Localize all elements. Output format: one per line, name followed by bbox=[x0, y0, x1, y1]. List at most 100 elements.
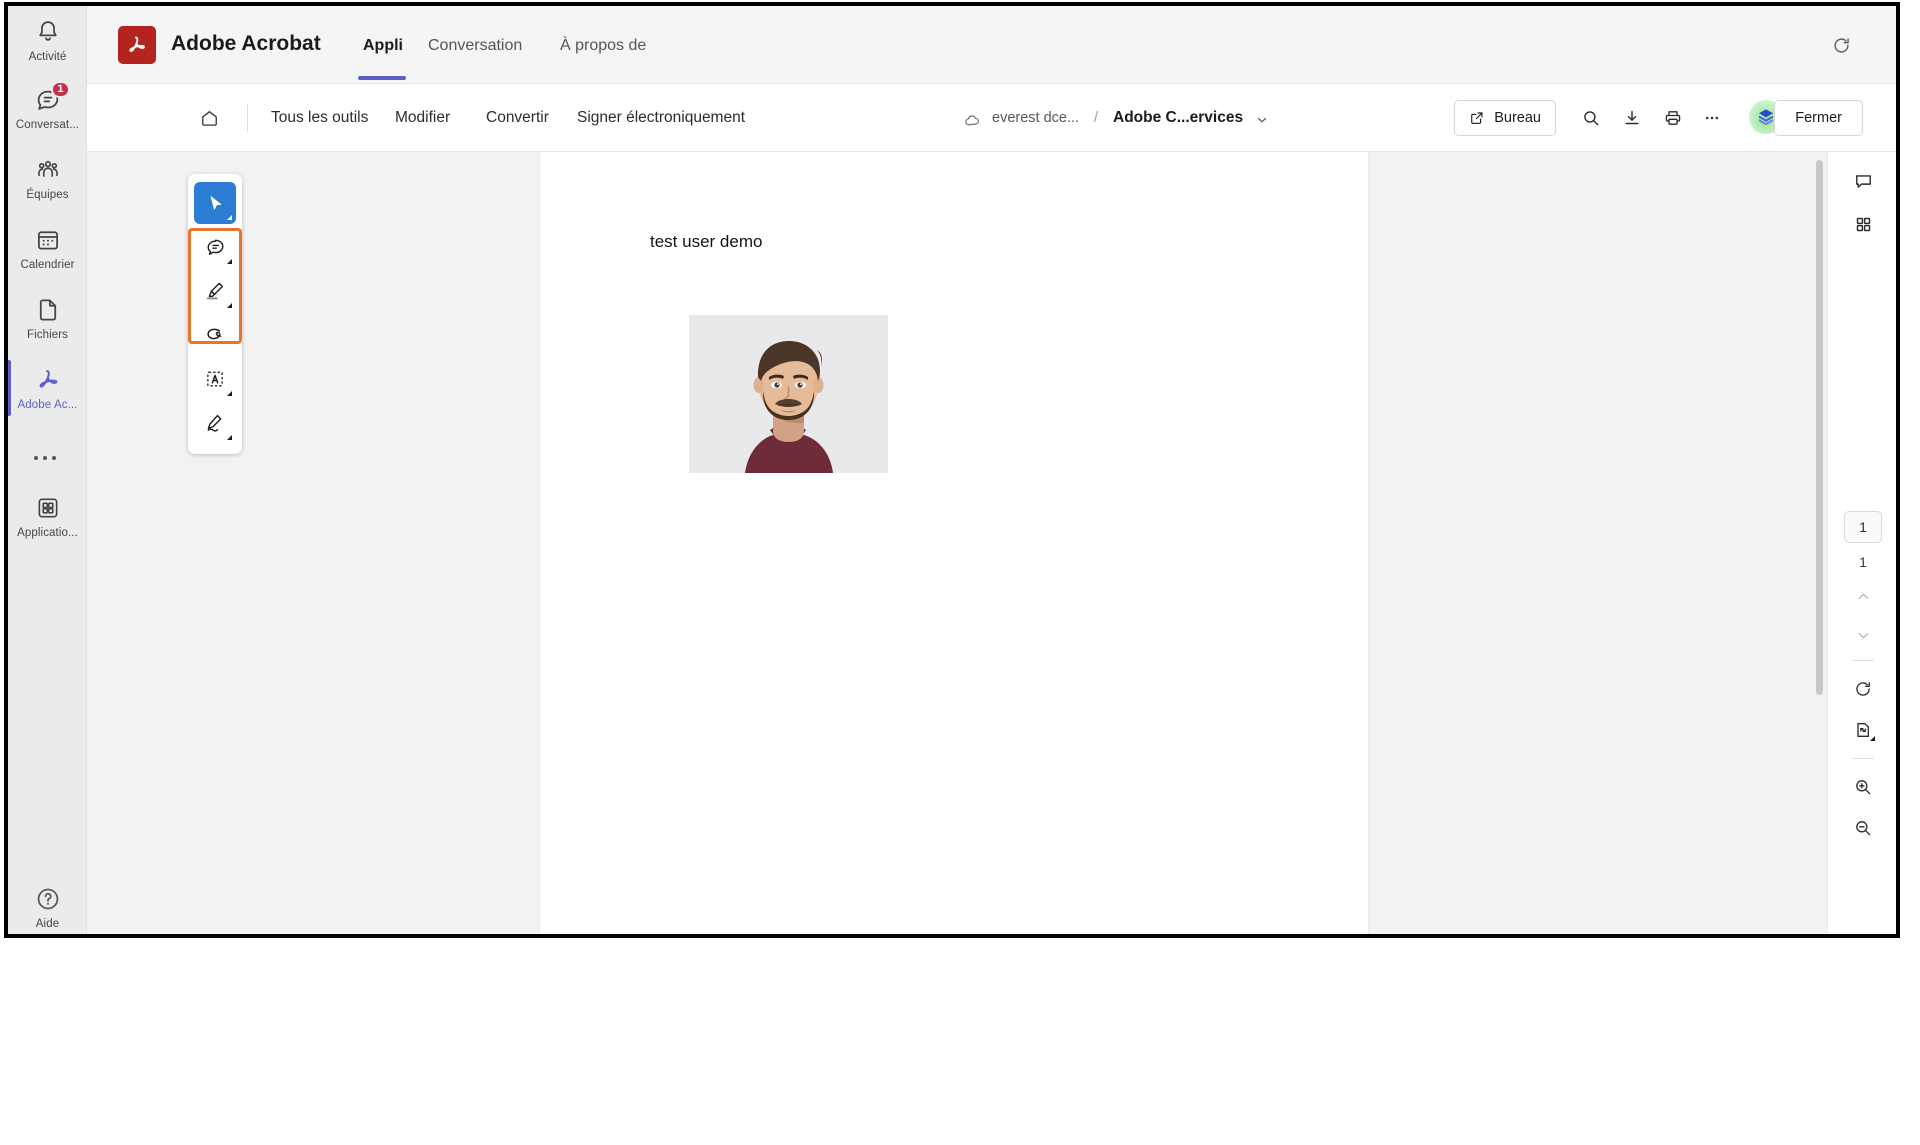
portrait-photo-graphic bbox=[689, 315, 888, 473]
tool-expand-corner bbox=[227, 215, 232, 220]
annotation-tool-palette bbox=[188, 174, 242, 454]
previous-page-button[interactable] bbox=[1845, 578, 1881, 614]
add-text-box-icon bbox=[204, 368, 226, 390]
strip-divider-2 bbox=[1852, 758, 1874, 759]
calendar-icon bbox=[34, 226, 62, 254]
portrait-photo bbox=[689, 315, 888, 473]
desktop-button-label: Bureau bbox=[1494, 110, 1541, 126]
menu-signer-electroniquement[interactable]: Signer électroniquement bbox=[577, 109, 745, 127]
comment-bubble-icon bbox=[205, 237, 226, 258]
breadcrumb-separator: / bbox=[1094, 110, 1099, 126]
file-icon bbox=[34, 296, 62, 324]
screenshot-root: Activité 1 Conversat... Équipes Calendri… bbox=[0, 0, 1920, 1145]
thumbnails-panel-button[interactable] bbox=[1845, 206, 1881, 242]
refresh-button[interactable] bbox=[1820, 24, 1862, 66]
zoom-in-button[interactable] bbox=[1845, 769, 1881, 805]
page-total-label: 1 bbox=[1859, 554, 1867, 570]
document-text: test user demo bbox=[650, 232, 763, 251]
draw-tool[interactable] bbox=[194, 314, 236, 356]
lasso-draw-icon bbox=[204, 324, 226, 346]
menu-modifier[interactable]: Modifier bbox=[395, 109, 450, 127]
adobe-acrobat-logo bbox=[118, 26, 156, 64]
right-tool-strip: 1 1 bbox=[1827, 152, 1896, 934]
sidebar-item-adobe-acrobat[interactable]: Adobe Ac... bbox=[8, 360, 87, 416]
sign-pen-icon bbox=[204, 412, 226, 434]
more-button[interactable] bbox=[1694, 100, 1730, 136]
bell-icon bbox=[34, 18, 62, 46]
sidebar-item-label: Adobe Ac... bbox=[17, 398, 78, 411]
tab-a-propos-de[interactable]: À propos de bbox=[560, 37, 646, 55]
page-number-input[interactable]: 1 bbox=[1844, 511, 1882, 543]
sidebar-item-calendrier[interactable]: Calendrier bbox=[8, 220, 87, 276]
sidebar-item-conversations[interactable]: 1 Conversat... bbox=[8, 80, 87, 136]
tab-appli[interactable]: Appli bbox=[363, 37, 403, 55]
highlight-tool[interactable] bbox=[194, 270, 236, 312]
zoom-out-button[interactable] bbox=[1845, 810, 1881, 846]
home-button[interactable] bbox=[192, 101, 226, 135]
desktop-button[interactable]: Bureau bbox=[1454, 100, 1556, 136]
comments-panel-button[interactable] bbox=[1845, 163, 1881, 199]
unread-badge: 1 bbox=[51, 80, 70, 98]
more-horizontal-icon bbox=[1702, 108, 1722, 128]
cursor-arrow-icon bbox=[206, 194, 225, 213]
app-window: Activité 1 Conversat... Équipes Calendri… bbox=[4, 2, 1900, 938]
comment-tool[interactable] bbox=[194, 226, 236, 268]
download-button[interactable] bbox=[1614, 100, 1650, 136]
teams-left-rail: Activité 1 Conversat... Équipes Calendri… bbox=[8, 6, 87, 934]
search-icon bbox=[1581, 108, 1601, 128]
grid-thumbnails-icon bbox=[1854, 215, 1873, 234]
sidebar-item-more[interactable] bbox=[8, 438, 87, 478]
tab-active-underline bbox=[358, 76, 406, 80]
sidebar-item-fichiers[interactable]: Fichiers bbox=[8, 290, 87, 346]
help-circle-icon bbox=[34, 885, 62, 913]
pdf-page: test user demo bbox=[540, 152, 1368, 934]
app-content: Adobe Acrobat Appli Conversation À propo… bbox=[87, 6, 1896, 934]
fit-page-button[interactable] bbox=[1845, 712, 1881, 748]
vertical-scrollbar[interactable] bbox=[1814, 152, 1827, 934]
print-icon bbox=[1663, 108, 1683, 128]
chevron-down-icon bbox=[1855, 627, 1872, 644]
search-button[interactable] bbox=[1573, 100, 1609, 136]
rotate-button[interactable] bbox=[1845, 671, 1881, 707]
tab-conversation[interactable]: Conversation bbox=[428, 37, 522, 55]
highlighter-pen-icon bbox=[204, 280, 226, 302]
scrollbar-thumb[interactable] bbox=[1816, 160, 1823, 695]
comment-panel-icon bbox=[1853, 171, 1874, 192]
tool-expand-corner bbox=[227, 259, 232, 264]
sign-tool[interactable] bbox=[194, 402, 236, 444]
refresh-icon bbox=[1831, 35, 1852, 56]
sidebar-item-label: Équipes bbox=[26, 188, 69, 201]
sidebar-item-label: Conversat... bbox=[15, 118, 80, 131]
document-title[interactable]: Adobe C...ervices bbox=[1113, 109, 1243, 127]
sidebar-item-label: Aide bbox=[35, 917, 60, 930]
tool-expand-corner bbox=[227, 435, 232, 440]
adobe-acrobat-icon bbox=[34, 366, 62, 394]
select-tool[interactable] bbox=[194, 182, 236, 224]
menu-convertir[interactable]: Convertir bbox=[486, 109, 549, 127]
app-header-bar: Adobe Acrobat Appli Conversation À propo… bbox=[87, 6, 1896, 84]
breadcrumb-cloud-label[interactable]: everest dce... bbox=[992, 110, 1079, 126]
open-external-icon bbox=[1469, 110, 1485, 126]
sidebar-item-label: Activité bbox=[28, 50, 67, 63]
zoom-in-icon bbox=[1853, 777, 1873, 797]
document-menu-button[interactable] bbox=[1252, 110, 1272, 130]
sidebar-item-activite[interactable]: Activité bbox=[8, 12, 87, 68]
home-icon bbox=[199, 108, 220, 129]
chevron-down-icon bbox=[1255, 113, 1269, 127]
rotate-clockwise-icon bbox=[1853, 679, 1873, 699]
download-icon bbox=[1622, 108, 1642, 128]
print-button[interactable] bbox=[1655, 100, 1691, 136]
sidebar-item-label: Fichiers bbox=[26, 328, 69, 341]
tool-expand-corner bbox=[227, 391, 232, 396]
teams-icon bbox=[34, 156, 62, 184]
sidebar-item-aide[interactable]: Aide bbox=[8, 879, 87, 934]
more-options-icon bbox=[33, 444, 62, 472]
text-box-tool[interactable] bbox=[194, 358, 236, 400]
next-page-button[interactable] bbox=[1845, 617, 1881, 653]
menu-tous-les-outils[interactable]: Tous les outils bbox=[271, 109, 368, 127]
close-button[interactable]: Fermer bbox=[1774, 100, 1863, 136]
sidebar-item-applications[interactable]: Applicatio... bbox=[8, 488, 87, 544]
sidebar-item-label: Applicatio... bbox=[17, 526, 78, 539]
sidebar-item-label: Calendrier bbox=[20, 258, 75, 271]
sidebar-item-equipes[interactable]: Équipes bbox=[8, 150, 87, 206]
